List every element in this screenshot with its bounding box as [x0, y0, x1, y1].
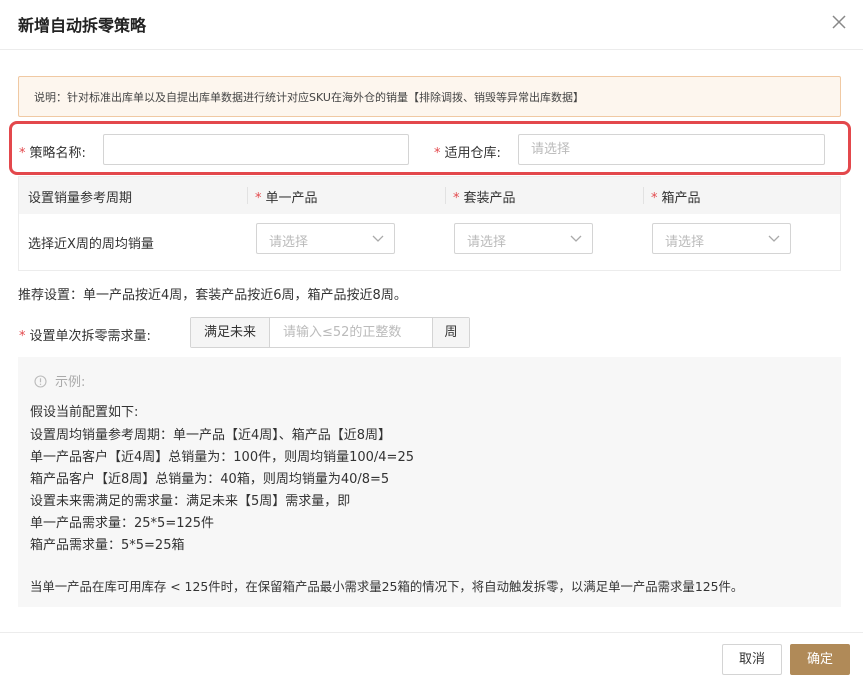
- demand-input-group: 满足未来 周: [190, 317, 470, 348]
- box-product-week-select[interactable]: 请选择: [652, 223, 791, 254]
- recommend-text: 推荐设置：单一产品按近4周，套装产品按近6周，箱产品按近8周。: [18, 288, 407, 303]
- info-circle-icon: [34, 375, 47, 388]
- period-table: 设置销量参考周期 * 单一产品 * 套装产品 * 箱产品 选择近X周的周均销量 请选择…: [18, 176, 841, 271]
- dialog-header: 新增自动拆零策略: [0, 0, 863, 50]
- column-divider: [643, 187, 644, 204]
- required-mark: *: [19, 329, 26, 344]
- column-divider: [247, 187, 248, 204]
- dialog-title: 新增自动拆零策略: [18, 16, 147, 35]
- example-conclusion: 当单一产品在库可用库存 < 125件时，在保留箱产品最小需求量25箱的情况下，将…: [30, 579, 744, 594]
- table-row-label: 选择近X周的周均销量: [28, 237, 154, 252]
- bundle-product-week-select[interactable]: 请选择: [454, 223, 593, 254]
- confirm-button[interactable]: 确定: [790, 644, 850, 675]
- example-line: 单一产品需求量：25*5=125件: [30, 516, 215, 531]
- strategy-name-label: * 策略名称:: [19, 146, 86, 161]
- chevron-down-icon: [768, 235, 780, 242]
- table-header: 设置销量参考周期 * 单一产品 * 套装产品 * 箱产品: [19, 177, 840, 214]
- example-line: 设置未来需满足的需求量：满足未来【5周】需求量，即: [30, 494, 351, 509]
- demand-suffix: 周: [432, 318, 469, 347]
- table-header-cell: * 箱产品: [651, 191, 701, 206]
- table-header-cell: * 单一产品: [255, 191, 318, 206]
- table-header-cell: * 套装产品: [453, 191, 516, 206]
- chevron-down-icon: [570, 235, 582, 242]
- column-divider: [445, 187, 446, 204]
- cancel-button[interactable]: 取消: [722, 644, 782, 675]
- example-line: 箱产品需求量：5*5=25箱: [30, 538, 185, 553]
- warehouse-label: * 适用仓库:: [434, 146, 501, 161]
- notice-banner: 说明：针对标准出库单以及自提出库单数据进行统计对应SKU在海外仓的销量【排除调拨…: [18, 76, 841, 117]
- demand-weeks-input[interactable]: [271, 318, 433, 347]
- example-panel: 示例: 假设当前配置如下: 设置周均销量参考周期：单一产品【近4周】、箱产品【近…: [18, 357, 841, 607]
- example-line: 设置周均销量参考周期：单一产品【近4周】、箱产品【近8周】: [30, 428, 392, 443]
- chevron-down-icon: [372, 235, 384, 242]
- required-mark: *: [19, 146, 26, 161]
- strategy-name-input[interactable]: [103, 134, 409, 165]
- example-line: 假设当前配置如下:: [30, 405, 139, 420]
- required-mark: *: [434, 146, 441, 161]
- dialog-footer: 取消 确定: [0, 632, 863, 685]
- single-product-week-select[interactable]: 请选择: [256, 223, 395, 254]
- example-line: 箱产品客户【近8周】总销量为：40箱，则周均销量为40/8=5: [30, 472, 390, 487]
- demand-prefix: 满足未来: [191, 318, 270, 347]
- table-header-cell: 设置销量参考周期: [28, 191, 133, 206]
- demand-label: * 设置单次拆零需求量:: [19, 329, 151, 344]
- close-icon[interactable]: [829, 12, 849, 32]
- example-line: 单一产品客户【近4周】总销量为：100件，则周均销量100/4=25: [30, 450, 414, 465]
- example-title: 示例:: [34, 371, 85, 390]
- warehouse-select[interactable]: 请选择: [518, 134, 825, 165]
